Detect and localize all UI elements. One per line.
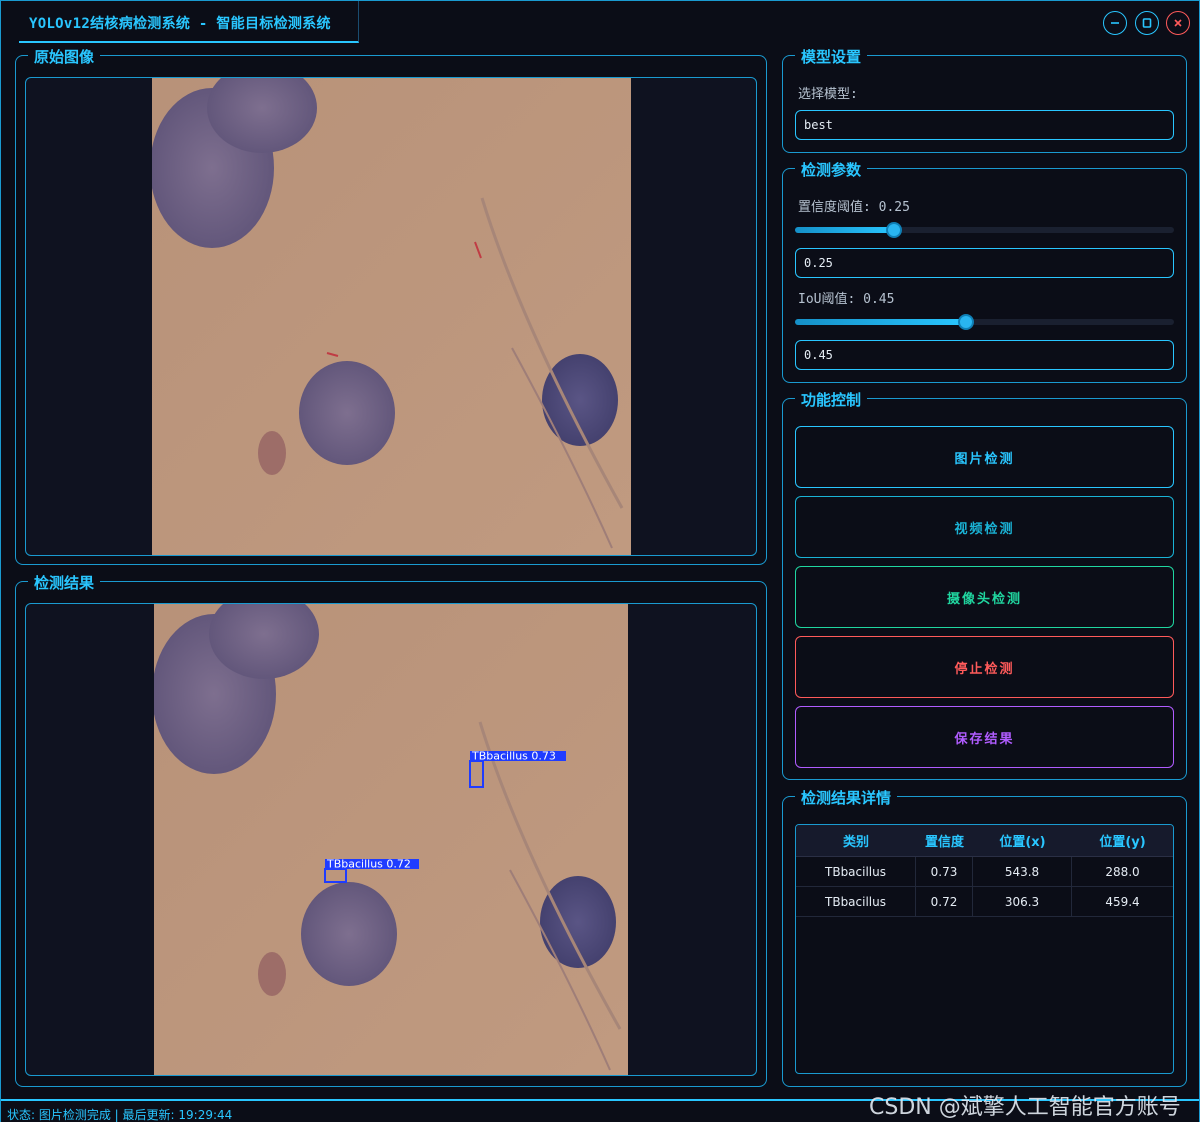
confidence-slider-handle[interactable]	[886, 222, 902, 238]
detection-params-title: 检测参数	[795, 159, 868, 180]
table-row[interactable]: TBbacillus 0.73 543.8 288.0	[796, 857, 1173, 887]
model-settings-title: 模型设置	[795, 46, 868, 67]
status-text: 状态: 图片检测完成 | 最后更新: 19:29:44	[7, 1108, 233, 1122]
watermark-text: CSDN @斌擎人工智能官方账号	[869, 1095, 1181, 1120]
image-detect-button[interactable]: 图片检测	[795, 426, 1174, 488]
save-result-button[interactable]: 保存结果	[795, 706, 1174, 768]
column-header-confidence[interactable]: 置信度	[916, 825, 973, 856]
column-header-x[interactable]: 位置(x)	[973, 825, 1072, 856]
iou-slider-fill	[795, 319, 966, 325]
detection-details-title: 检测结果详情	[795, 787, 898, 808]
column-header-class[interactable]: 类别	[796, 825, 916, 856]
iou-slider-handle[interactable]	[958, 314, 974, 330]
cell-class: TBbacillus	[796, 857, 916, 886]
original-micrograph	[152, 78, 631, 555]
detection-result-title: 检测结果	[28, 572, 101, 593]
table-row[interactable]: TBbacillus 0.72 306.3 459.4	[796, 887, 1173, 917]
original-image-title: 原始图像	[28, 46, 101, 67]
cell-y: 288.0	[1105, 864, 1140, 879]
cell-x: 306.3	[973, 887, 1072, 916]
function-control-title: 功能控制	[795, 389, 868, 410]
video-detect-button[interactable]: 视频检测	[795, 496, 1174, 558]
cell-confidence: 0.72	[916, 887, 973, 916]
minimize-icon[interactable]	[1103, 11, 1127, 35]
cell-class: TBbacillus	[796, 887, 916, 916]
cell-y: 459.4	[1105, 894, 1140, 909]
confidence-slider[interactable]	[795, 222, 1174, 238]
cell-x: 543.8	[973, 857, 1072, 886]
result-micrograph: TBbacillus 0.73 TBbacillus 0.72	[154, 604, 628, 1075]
model-select[interactable]: best	[795, 110, 1174, 140]
close-icon[interactable]	[1166, 11, 1190, 35]
iou-input[interactable]: 0.45	[795, 340, 1174, 370]
stop-detect-button[interactable]: 停止检测	[795, 636, 1174, 698]
column-header-y[interactable]: 位置(y)	[1072, 825, 1173, 856]
window-title: YOLOv12结核病检测系统 - 智能目标检测系统	[29, 16, 331, 32]
confidence-slider-fill	[795, 227, 894, 233]
iou-slider[interactable]	[795, 314, 1174, 330]
confidence-input[interactable]: 0.25	[795, 248, 1174, 278]
app-window: YOLOv12结核病检测系统 - 智能目标检测系统 原始图像 检测结果 TBba…	[0, 0, 1200, 1122]
original-image-frame	[25, 77, 757, 556]
table-header: 类别 置信度 位置(x) 位置(y)	[796, 825, 1173, 857]
cell-confidence: 0.73	[916, 857, 973, 886]
select-model-label: 选择模型:	[798, 87, 858, 102]
iou-label: IoU阈值: 0.45	[798, 292, 895, 307]
camera-detect-button[interactable]: 摄像头检测	[795, 566, 1174, 628]
title-bar: YOLOv12结核病检测系统 - 智能目标检测系统	[1, 1, 1199, 43]
result-image-frame: TBbacillus 0.73 TBbacillus 0.72	[25, 603, 757, 1076]
confidence-label: 置信度阈值: 0.25	[798, 200, 910, 215]
maximize-icon[interactable]	[1135, 11, 1159, 35]
detection-details-table[interactable]: 类别 置信度 位置(x) 位置(y) TBbacillus 0.73 543.8…	[795, 824, 1174, 1074]
